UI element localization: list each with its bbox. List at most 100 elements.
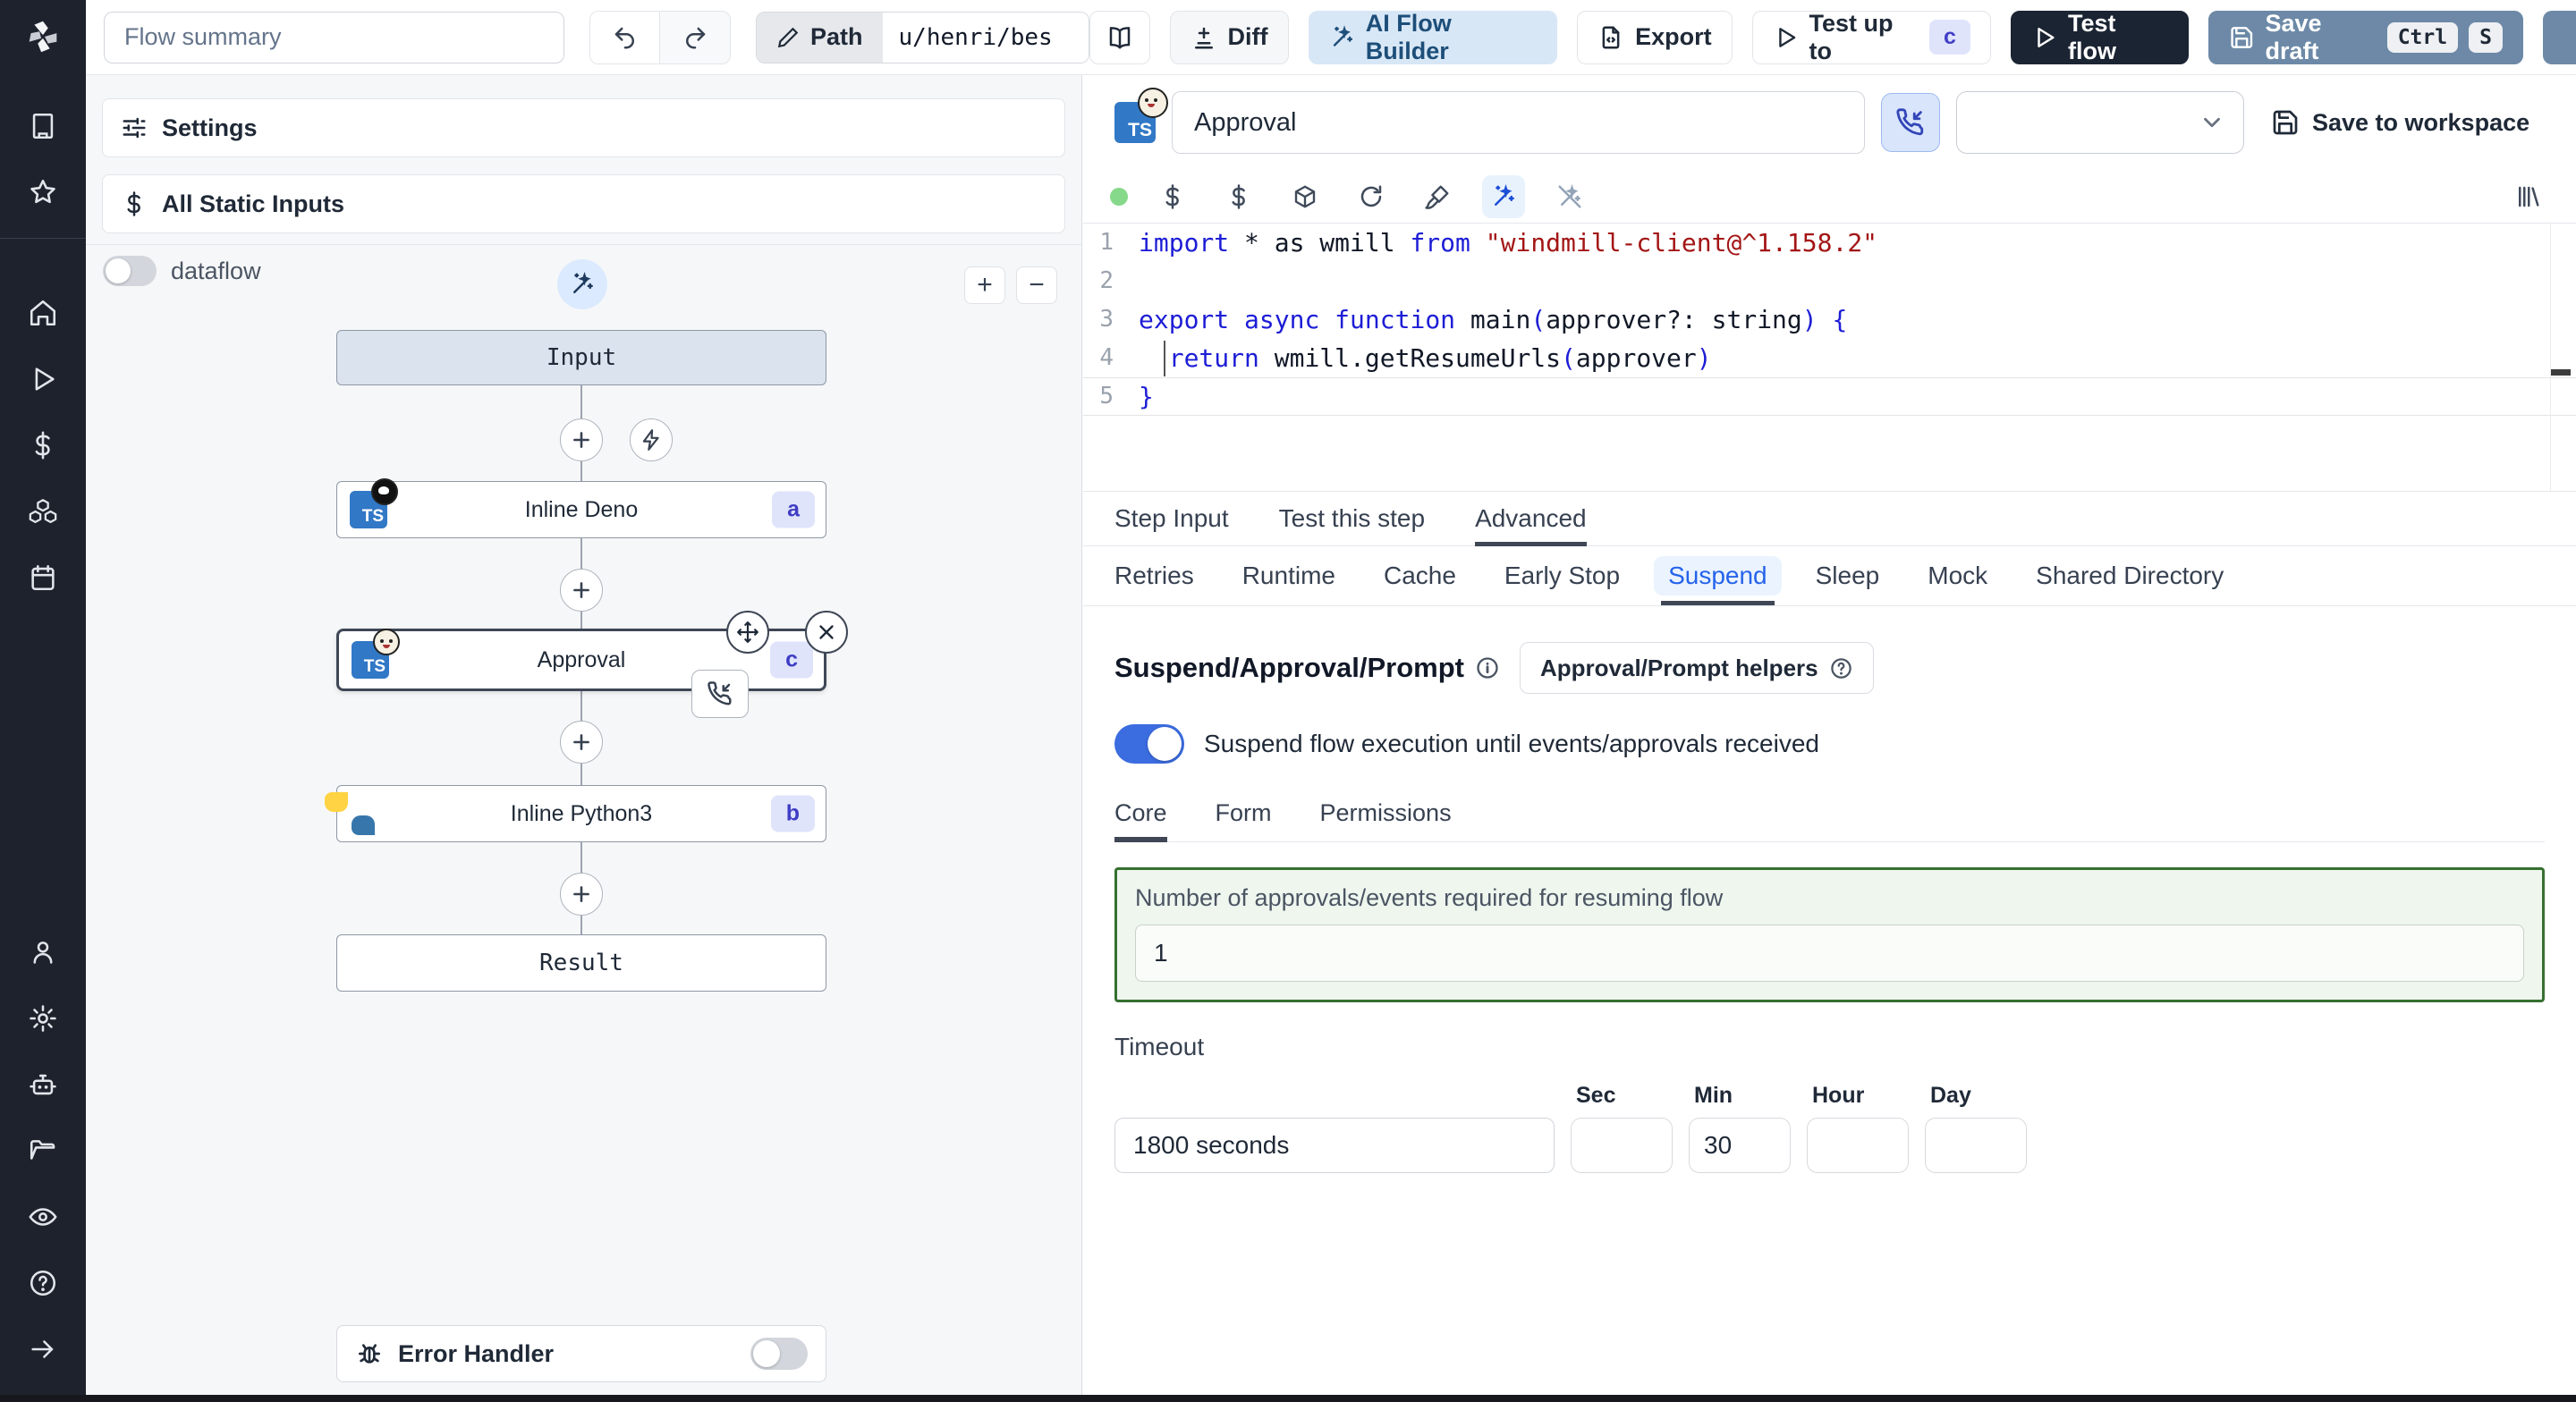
- suspend-phone-badge[interactable]: [691, 670, 749, 718]
- variables-dollar-button[interactable]: [1151, 175, 1194, 218]
- resources-icon[interactable]: [0, 478, 86, 545]
- timeout-summary-input[interactable]: [1114, 1118, 1555, 1173]
- suspend-phone-button[interactable]: [1881, 93, 1940, 152]
- settings-gear-icon[interactable]: [0, 985, 86, 1052]
- code-editor[interactable]: 1 import * as wmill from "windmill-client…: [1083, 224, 2576, 491]
- test-up-to-button[interactable]: Test up to c: [1751, 10, 1991, 64]
- schedules-icon[interactable]: [0, 545, 86, 611]
- inline-deno-node[interactable]: TS Inline Deno a: [336, 478, 826, 538]
- resources-dollar-button[interactable]: [1217, 175, 1260, 218]
- code-line[interactable]: 1 import * as wmill from "windmill-client…: [1083, 224, 2576, 262]
- result-node[interactable]: Result: [336, 934, 826, 992]
- redo-button[interactable]: [660, 12, 730, 63]
- expand-sidebar-icon[interactable]: [0, 1316, 86, 1382]
- inline-python-label: Inline Python3: [510, 800, 653, 826]
- save-to-workspace-button[interactable]: Save to workspace: [2271, 108, 2529, 137]
- save-to-workspace-label: Save to workspace: [2312, 108, 2530, 136]
- dollar-icon: [1165, 183, 1179, 209]
- package-icon: [1294, 185, 1316, 207]
- favorites-star-icon[interactable]: [0, 159, 86, 225]
- undo-button[interactable]: [590, 11, 660, 63]
- code-line[interactable]: 5}: [1083, 377, 2576, 416]
- folders-icon[interactable]: [0, 1118, 86, 1184]
- save-draft-label: Save draft: [2265, 9, 2322, 64]
- phone-incoming-icon: [708, 681, 732, 705]
- error-handler-label: Error Handler: [398, 1339, 555, 1367]
- code-line[interactable]: 4 return wmill.getResumeUrls(approver): [1083, 339, 2576, 377]
- add-trigger-button[interactable]: [630, 418, 673, 461]
- close-icon: [819, 625, 834, 639]
- deploy-button-partial[interactable]: [2542, 10, 2576, 64]
- package-button[interactable]: [1284, 175, 1326, 218]
- error-handler-toggle[interactable]: [750, 1338, 808, 1370]
- min-input[interactable]: [1689, 1118, 1791, 1173]
- workers-robot-icon[interactable]: [0, 1052, 86, 1118]
- variables-icon[interactable]: [0, 412, 86, 478]
- add-step-button-2[interactable]: [560, 569, 603, 612]
- subtab-form[interactable]: Form: [1216, 799, 1272, 841]
- add-step-button-3[interactable]: [560, 721, 603, 764]
- approval-prompt-helpers-button[interactable]: Approval/Prompt helpers: [1519, 642, 1874, 694]
- tab-test-this-step[interactable]: Test this step: [1279, 492, 1425, 545]
- tab-runtime[interactable]: Runtime: [1242, 546, 1335, 605]
- windmill-logo-icon[interactable]: [22, 16, 64, 57]
- save-draft-button[interactable]: Save draft Ctrl S: [2207, 9, 2523, 64]
- export-button[interactable]: Export: [1577, 10, 1733, 64]
- input-node[interactable]: Input: [336, 330, 826, 385]
- hour-label: Hour: [1812, 1083, 1865, 1108]
- user-icon[interactable]: [0, 919, 86, 985]
- tab-mock[interactable]: Mock: [1928, 546, 1987, 605]
- ai-flow-builder-button[interactable]: AI Flow Builder: [1308, 10, 1558, 64]
- flow-summary-input[interactable]: [104, 11, 564, 63]
- docs-book-button[interactable]: [1089, 10, 1150, 64]
- path-value-input[interactable]: u/henri/bes: [882, 12, 1089, 63]
- approvals-required-input[interactable]: [1135, 925, 2524, 982]
- format-button[interactable]: [1416, 175, 1459, 218]
- suspend-toggle[interactable]: [1114, 724, 1184, 764]
- add-step-button-1[interactable]: [560, 418, 603, 461]
- tab-sleep[interactable]: Sleep: [1816, 546, 1880, 605]
- test-flow-button[interactable]: Test flow: [2010, 10, 2189, 64]
- ai-assist-button[interactable]: [1482, 174, 1525, 218]
- day-input[interactable]: [1925, 1118, 2027, 1173]
- tab-step-input[interactable]: Step Input: [1114, 492, 1229, 545]
- ai-off-button[interactable]: [1548, 175, 1591, 218]
- code-line[interactable]: 3 export async function main(approver?: s…: [1083, 300, 2576, 339]
- subtab-core[interactable]: Core: [1114, 799, 1167, 842]
- error-handler-node[interactable]: Error Handler: [336, 1325, 826, 1382]
- script-version-select[interactable]: [1956, 91, 2244, 154]
- tab-cache[interactable]: Cache: [1384, 546, 1456, 605]
- inline-python-node[interactable]: Inline Python3 b: [325, 785, 826, 842]
- move-step-button[interactable]: [726, 611, 769, 654]
- delete-step-button[interactable]: [805, 611, 848, 654]
- hour-input[interactable]: [1807, 1118, 1909, 1173]
- ai-wand-button[interactable]: [557, 259, 607, 309]
- sec-input[interactable]: [1571, 1118, 1673, 1173]
- all-static-inputs-button[interactable]: All Static Inputs: [102, 174, 1065, 233]
- tab-suspend[interactable]: Suspend: [1654, 546, 1782, 605]
- tab-retries[interactable]: Retries: [1114, 546, 1194, 605]
- add-step-button-4[interactable]: [560, 873, 603, 916]
- reload-button[interactable]: [1350, 175, 1393, 218]
- zoom-in-button[interactable]: +: [964, 266, 1005, 304]
- code-line[interactable]: 2: [1083, 262, 2576, 300]
- runs-icon[interactable]: [0, 346, 86, 412]
- step-name-input[interactable]: [1172, 91, 1865, 154]
- home-icon[interactable]: [0, 280, 86, 346]
- tab-early-stop[interactable]: Early Stop: [1504, 546, 1620, 605]
- zoom-out-button[interactable]: −: [1016, 266, 1057, 304]
- flow-settings-button[interactable]: Settings: [102, 98, 1065, 157]
- library-button[interactable]: [2506, 175, 2549, 218]
- subtab-permissions[interactable]: Permissions: [1320, 799, 1452, 841]
- help-icon[interactable]: [0, 1250, 86, 1316]
- tab-shared-directory[interactable]: Shared Directory: [2036, 546, 2224, 605]
- editor-toolbar: [1083, 170, 2576, 224]
- path-group[interactable]: Path u/henri/bes: [756, 11, 1089, 63]
- suspend-settings: Suspend/Approval/Prompt Approval/Prompt …: [1083, 606, 2576, 1395]
- dataflow-toggle[interactable]: [103, 256, 157, 286]
- diff-button[interactable]: Diff: [1169, 10, 1289, 64]
- workspace-icon[interactable]: [0, 93, 86, 159]
- tab-advanced[interactable]: Advanced: [1475, 492, 1587, 546]
- file-code-icon: [1602, 26, 1620, 48]
- audit-eye-icon[interactable]: [0, 1184, 86, 1250]
